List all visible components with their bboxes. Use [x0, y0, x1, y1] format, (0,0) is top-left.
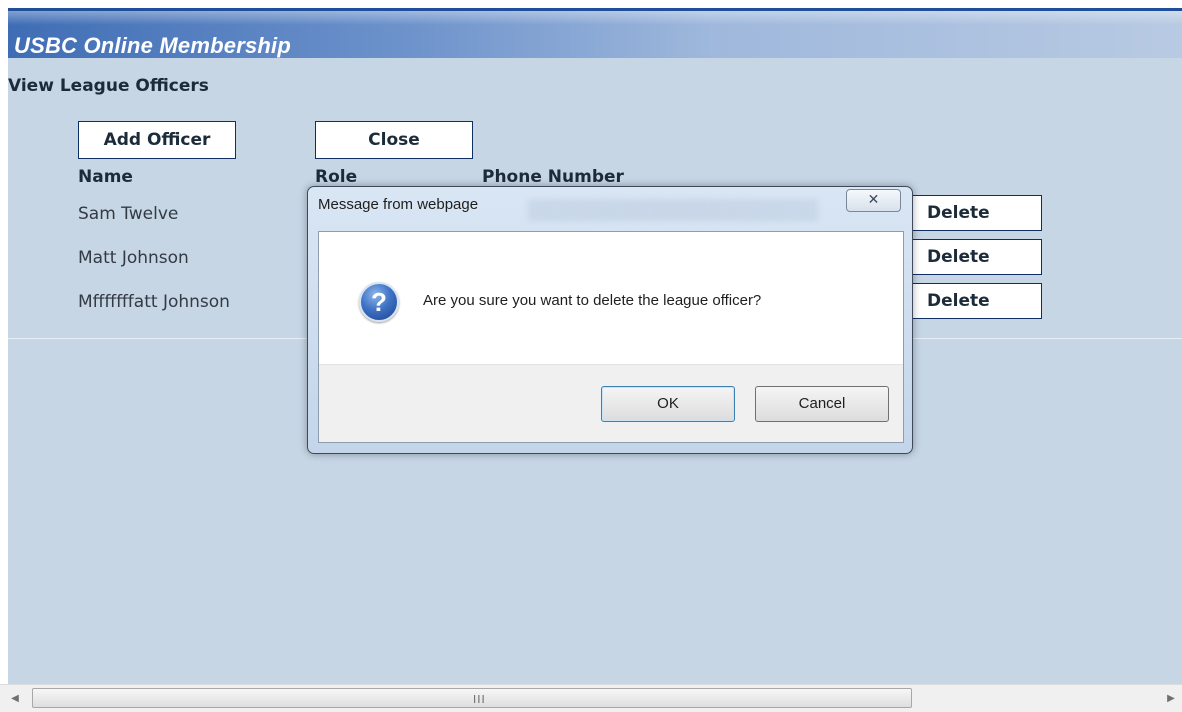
dialog-message: Are you sure you want to delete the leag… [423, 292, 762, 309]
dialog-title: Message from webpage [318, 196, 479, 213]
scroll-left-arrow-icon[interactable]: ◀ [6, 685, 24, 712]
scrollbar-grip-icon: III [473, 693, 486, 706]
add-officer-button[interactable]: Add Officer [78, 121, 236, 159]
cancel-button[interactable]: Cancel [755, 386, 889, 422]
scroll-right-arrow-icon[interactable]: ▶ [1162, 685, 1180, 712]
app-header: USBC Online Membership [8, 8, 1182, 58]
column-header-name: Name [78, 167, 133, 187]
delete-button[interactable]: Delete [908, 195, 1042, 231]
delete-button[interactable]: Delete [908, 283, 1042, 319]
browser-window: USBC Online Membership View League Offic… [0, 0, 1182, 712]
dialog-close-icon[interactable]: ✕ [846, 189, 901, 212]
scrollbar-thumb[interactable]: III [32, 688, 912, 708]
column-header-role: Role [315, 167, 358, 187]
officer-name: Matt Johnson [78, 248, 189, 268]
page-title: View League Officers [8, 76, 209, 96]
horizontal-scrollbar[interactable]: ◀ III ▶ [0, 684, 1182, 712]
question-icon: ? [359, 282, 399, 322]
window-left-border [0, 8, 8, 712]
dialog-body: ? Are you sure you want to delete the le… [318, 231, 904, 443]
close-button[interactable]: Close [315, 121, 473, 159]
officer-name: Mfffffffatt Johnson [78, 292, 230, 312]
blurred-background-overlay [528, 199, 818, 221]
delete-button[interactable]: Delete [908, 239, 1042, 275]
column-header-phone: Phone Number [482, 167, 624, 187]
confirm-dialog: Message from webpage ✕ ? Are you sure yo… [307, 186, 913, 454]
officer-name: Sam Twelve [78, 204, 179, 224]
app-title: USBC Online Membership [14, 33, 291, 58]
ok-button[interactable]: OK [601, 386, 735, 422]
window-top-border [0, 0, 1182, 8]
